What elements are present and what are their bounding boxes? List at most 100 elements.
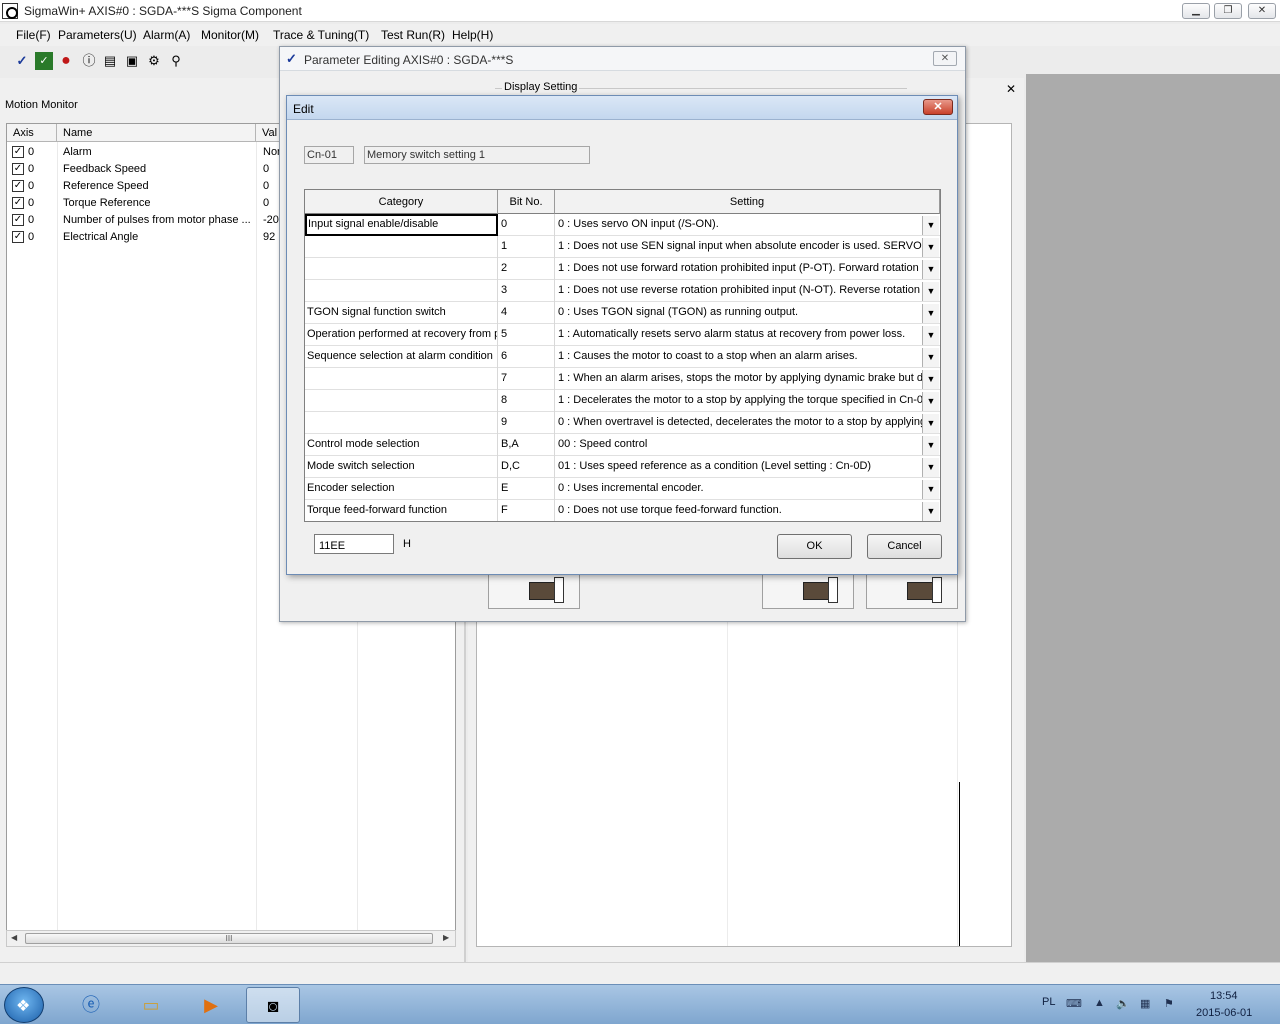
table-row[interactable]: TGON signal function switch 4 0 : Uses T… xyxy=(305,302,940,324)
row-checkbox[interactable]: ✓ xyxy=(12,197,24,209)
table-row[interactable]: 2 1 : Does not use forward rotation proh… xyxy=(305,258,940,280)
close-button[interactable]: ✕ xyxy=(1248,3,1276,19)
row-checkbox[interactable]: ✓ xyxy=(12,146,24,158)
table-row[interactable]: 1 1 : Does not use SEN signal input when… xyxy=(305,236,940,258)
row-category[interactable] xyxy=(305,368,498,390)
info-icon[interactable]: ⓘ xyxy=(80,52,98,70)
row-category[interactable]: Sequence selection at alarm condition xyxy=(305,346,498,368)
row-category[interactable] xyxy=(305,258,498,280)
menu-help[interactable]: Help(H) xyxy=(452,28,493,42)
row-category[interactable]: Operation performed at recovery from pow… xyxy=(305,324,498,346)
motor-icon[interactable]: ⚙ xyxy=(145,52,163,70)
action-center-icon[interactable]: ⚑ xyxy=(1164,997,1174,1010)
chevron-down-icon[interactable]: ▼ xyxy=(922,502,939,521)
sigmawin-taskbar-icon[interactable]: ◙ xyxy=(246,987,300,1023)
scroll-right-icon[interactable]: ▶ xyxy=(443,933,449,942)
edit-dialog-close-button[interactable]: ✕ xyxy=(923,99,953,115)
display-icon[interactable]: ▣ xyxy=(123,52,141,70)
table-row[interactable]: Mode switch selection D,C 01 : Uses spee… xyxy=(305,456,940,478)
maximize-button[interactable]: ❐ xyxy=(1214,3,1242,19)
row-category[interactable]: Input signal enable/disable xyxy=(305,214,498,236)
row-category[interactable]: Encoder selection xyxy=(305,478,498,500)
table-row[interactable]: Input signal enable/disable 0 0 : Uses s… xyxy=(305,214,940,236)
settings-icon[interactable]: ⚲ xyxy=(167,52,185,70)
monitor-check-icon[interactable]: ✓ xyxy=(35,52,53,70)
internet-explorer-icon[interactable]: ⓔ xyxy=(64,987,118,1023)
row-checkbox[interactable]: ✓ xyxy=(12,163,24,175)
chevron-down-icon[interactable]: ▼ xyxy=(922,414,939,433)
stop-icon[interactable]: ● xyxy=(57,52,75,70)
row-setting[interactable]: 00 : Speed control xyxy=(555,434,922,456)
clock-time[interactable]: 13:54 xyxy=(1210,990,1238,1002)
row-setting[interactable]: 0 : When overtravel is detected, deceler… xyxy=(555,412,922,434)
parameter-dialog-close-button[interactable]: ✕ xyxy=(933,51,957,66)
row-category[interactable]: Mode switch selection xyxy=(305,456,498,478)
table-row[interactable]: 7 1 : When an alarm arises, stops the mo… xyxy=(305,368,940,390)
speaker-icon[interactable]: 🔈 xyxy=(1116,997,1130,1010)
chevron-down-icon[interactable]: ▼ xyxy=(922,238,939,257)
menu-test-run[interactable]: Test Run(R) xyxy=(381,28,445,42)
row-checkbox[interactable]: ✓ xyxy=(12,231,24,243)
show-hidden-icons-icon[interactable]: ▲ xyxy=(1094,997,1105,1009)
row-setting[interactable]: 1 : Does not use SEN signal input when a… xyxy=(555,236,922,258)
row-setting[interactable]: 0 : Does not use torque feed-forward fun… xyxy=(555,500,922,521)
row-setting[interactable]: 1 : Automatically resets servo alarm sta… xyxy=(555,324,922,346)
file-explorer-icon[interactable]: ▭ xyxy=(124,987,178,1023)
scroll-thumb[interactable]: III xyxy=(25,933,433,944)
chevron-down-icon[interactable]: ▼ xyxy=(922,260,939,279)
row-setting[interactable]: 0 : Uses servo ON input (/S-ON). xyxy=(555,214,922,236)
chevron-down-icon[interactable]: ▼ xyxy=(922,480,939,499)
chevron-down-icon[interactable]: ▼ xyxy=(922,216,939,235)
row-setting[interactable]: 01 : Uses speed reference as a condition… xyxy=(555,456,922,478)
row-category[interactable]: TGON signal function switch xyxy=(305,302,498,324)
row-category[interactable] xyxy=(305,280,498,302)
network-icon[interactable]: ▦ xyxy=(1140,997,1150,1010)
menu-file[interactable]: File(F) xyxy=(16,28,51,42)
scroll-left-icon[interactable]: ◀ xyxy=(11,933,17,942)
chevron-down-icon[interactable]: ▼ xyxy=(922,370,939,389)
row-setting[interactable]: 1 : Decelerates the motor to a stop by a… xyxy=(555,390,922,412)
chevron-down-icon[interactable]: ▼ xyxy=(922,282,939,301)
chevron-down-icon[interactable]: ▼ xyxy=(922,436,939,455)
table-row[interactable]: Control mode selection B,A 00 : Speed co… xyxy=(305,434,940,456)
clock-date[interactable]: 2015-06-01 xyxy=(1196,1007,1252,1019)
row-setting[interactable]: 1 : When an alarm arises, stops the moto… xyxy=(555,368,922,390)
keyboard-icon[interactable]: ⌨ xyxy=(1066,997,1082,1010)
row-checkbox[interactable]: ✓ xyxy=(12,180,24,192)
panel-icon[interactable]: ▤ xyxy=(101,52,119,70)
chevron-down-icon[interactable]: ▼ xyxy=(922,458,939,477)
panel-close-icon[interactable]: ✕ xyxy=(1006,82,1016,96)
row-setting[interactable]: 1 : Does not use forward rotation prohib… xyxy=(555,258,922,280)
menu-monitor[interactable]: Monitor(M) xyxy=(201,28,259,42)
table-row[interactable]: 3 1 : Does not use reverse rotation proh… xyxy=(305,280,940,302)
table-row[interactable]: Sequence selection at alarm condition 6 … xyxy=(305,346,940,368)
table-row[interactable]: 9 0 : When overtravel is detected, decel… xyxy=(305,412,940,434)
menu-alarm[interactable]: Alarm(A) xyxy=(143,28,190,42)
row-category[interactable]: Control mode selection xyxy=(305,434,498,456)
menu-trace-tuning[interactable]: Trace & Tuning(T) xyxy=(273,28,369,42)
row-category[interactable] xyxy=(305,412,498,434)
row-checkbox[interactable]: ✓ xyxy=(12,214,24,226)
chevron-down-icon[interactable]: ▼ xyxy=(922,326,939,345)
row-category[interactable] xyxy=(305,390,498,412)
check-icon[interactable]: ✓ xyxy=(13,52,31,70)
chevron-down-icon[interactable]: ▼ xyxy=(922,348,939,367)
hex-value-input[interactable] xyxy=(314,534,394,554)
table-row[interactable]: Torque feed-forward function F 0 : Does … xyxy=(305,500,940,521)
row-category[interactable]: Torque feed-forward function xyxy=(305,500,498,521)
language-indicator[interactable]: PL xyxy=(1042,996,1055,1008)
start-button[interactable]: ❖ xyxy=(4,987,44,1023)
table-row[interactable]: Encoder selection E 0 : Uses incremental… xyxy=(305,478,940,500)
chevron-down-icon[interactable]: ▼ xyxy=(922,392,939,411)
minimize-button[interactable]: ▁ xyxy=(1182,3,1210,19)
chevron-down-icon[interactable]: ▼ xyxy=(922,304,939,323)
table-row[interactable]: Operation performed at recovery from pow… xyxy=(305,324,940,346)
row-setting[interactable]: 0 : Uses TGON signal (TGON) as running o… xyxy=(555,302,922,324)
media-player-icon[interactable]: ▶ xyxy=(184,987,238,1023)
cancel-button[interactable]: Cancel xyxy=(867,534,942,559)
table-row[interactable]: 8 1 : Decelerates the motor to a stop by… xyxy=(305,390,940,412)
horizontal-scrollbar[interactable]: ◀ III ▶ xyxy=(6,930,456,947)
col-name[interactable]: Name xyxy=(57,124,256,142)
ok-button[interactable]: OK xyxy=(777,534,852,559)
col-axis[interactable]: Axis xyxy=(7,124,57,142)
